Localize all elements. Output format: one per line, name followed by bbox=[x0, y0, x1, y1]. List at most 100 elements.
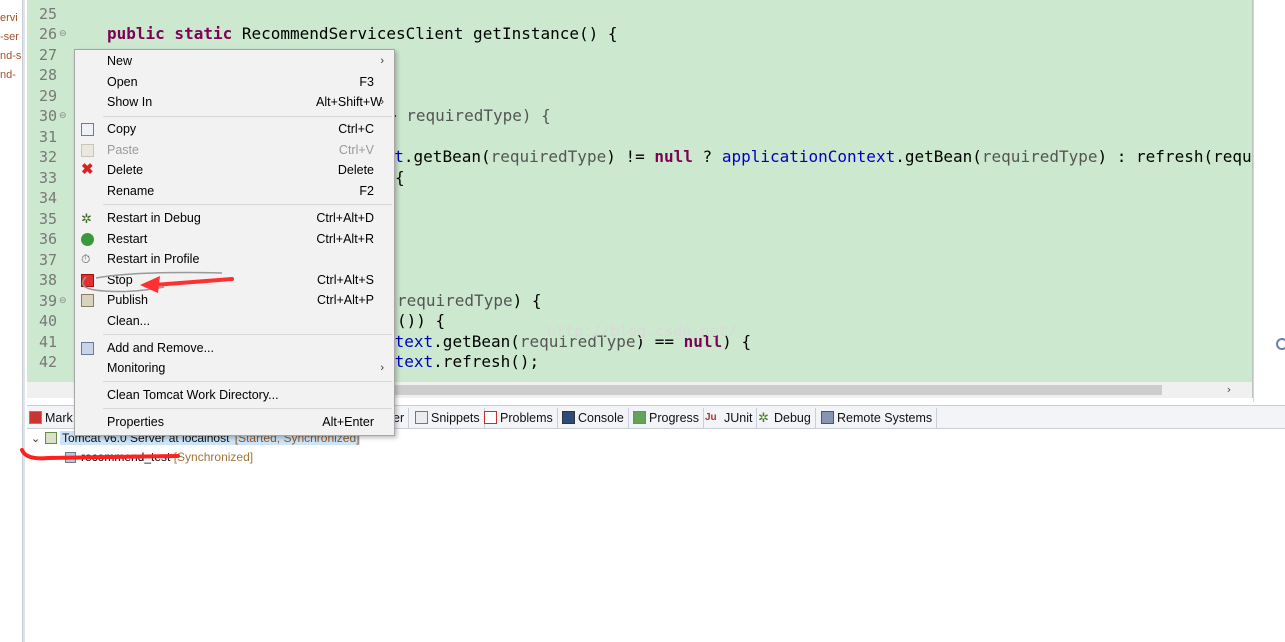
chevron-right-icon[interactable]: › bbox=[1222, 382, 1236, 398]
markers-icon bbox=[29, 411, 42, 424]
menu-shortcut: Ctrl+V bbox=[338, 143, 374, 157]
junit-icon: Ju bbox=[705, 412, 717, 423]
menu-separator bbox=[103, 381, 392, 382]
code-line-32[interactable]: ext.getBean(requiredType) != null ? appl… bbox=[375, 147, 1252, 167]
tab-console[interactable]: Console bbox=[560, 408, 629, 428]
line-number: 38 bbox=[39, 271, 58, 289]
menu-item-clean-tomcat-work-directory[interactable]: Clean Tomcat Work Directory... bbox=[75, 385, 394, 405]
tab-label: Remote Systems bbox=[837, 411, 933, 425]
tab-markers[interactable]: Mark bbox=[27, 408, 75, 428]
servers-view: ⌄ Tomcat v6.0 Server at localhost [Starte… bbox=[27, 429, 1285, 642]
chevron-down-icon[interactable]: ⌄ bbox=[31, 431, 45, 447]
bug-icon: ✲ bbox=[81, 211, 92, 226]
menu-label: Restart bbox=[107, 232, 148, 246]
tab-progress[interactable]: Progress bbox=[631, 408, 705, 428]
tab-debug[interactable]: ✲ Debug bbox=[756, 408, 816, 428]
menu-label: Copy bbox=[107, 122, 137, 136]
code-line-39[interactable]: requiredType) { bbox=[397, 291, 542, 311]
code-text: requiredType bbox=[981, 147, 1098, 166]
code-line-40[interactable]: ()) { bbox=[397, 311, 445, 331]
module-status: [Synchronized] bbox=[170, 450, 254, 464]
menu-label: Publish bbox=[107, 293, 148, 307]
line-number: 37 bbox=[39, 251, 58, 269]
tab-label: Console bbox=[578, 411, 624, 425]
menu-shortcut: Ctrl+Alt+S bbox=[317, 273, 374, 287]
fold-icon[interactable]: ⊖ bbox=[59, 29, 67, 39]
code-text: ) : refresh(requ bbox=[1097, 147, 1252, 166]
menu-item-restart[interactable]: Restart Ctrl+Alt+R bbox=[75, 229, 394, 249]
fold-icon[interactable]: ⊖ bbox=[59, 111, 67, 121]
menu-shortcut: Ctrl+Alt+R bbox=[316, 232, 374, 246]
publish-icon bbox=[81, 294, 94, 307]
menu-item-delete[interactable]: ✖ Delete Delete bbox=[75, 160, 394, 180]
menu-shortcut: Ctrl+C bbox=[338, 122, 374, 136]
code-line-33[interactable]: { bbox=[395, 168, 405, 188]
submenu-arrow-icon: › bbox=[380, 55, 384, 67]
code-text: ? bbox=[692, 147, 722, 166]
search-icon[interactable] bbox=[1276, 338, 1285, 350]
line-number: 28 bbox=[39, 66, 58, 84]
tab-problems[interactable]: Problems bbox=[482, 408, 558, 428]
explorer-fragment[interactable]: ervi bbox=[0, 12, 18, 24]
console-icon bbox=[562, 411, 575, 424]
explorer-fragment[interactable]: nd- bbox=[0, 69, 16, 81]
tab-snippets[interactable]: Snippets bbox=[413, 408, 485, 428]
menu-item-properties[interactable]: Properties Alt+Enter bbox=[75, 412, 394, 432]
paste-icon bbox=[81, 144, 94, 157]
menu-item-add-and-remove[interactable]: Add and Remove... bbox=[75, 338, 394, 358]
tab-label: Mark bbox=[45, 411, 73, 425]
code-line-26[interactable]: public static RecommendServicesClient ge… bbox=[107, 24, 618, 44]
menu-item-clean[interactable]: Clean... bbox=[75, 311, 394, 331]
line-number: 35 bbox=[39, 210, 58, 228]
tab-label: JUnit bbox=[724, 411, 753, 425]
menu-label: New bbox=[107, 54, 133, 68]
keyword: null bbox=[654, 147, 693, 166]
menu-label: Monitoring bbox=[107, 361, 166, 375]
tab-remote-systems[interactable]: Remote Systems bbox=[819, 408, 938, 428]
menu-shortcut: Delete bbox=[337, 163, 374, 177]
code-text: ) != bbox=[606, 147, 655, 166]
watermark: http://blog.csdn.net/ bbox=[547, 322, 737, 340]
menu-separator bbox=[103, 116, 392, 117]
keyword: public static bbox=[107, 24, 233, 43]
code-text: requiredType bbox=[397, 291, 513, 310]
code-text: ) { bbox=[512, 291, 542, 310]
line-number: 34 bbox=[39, 189, 58, 207]
menu-label: Delete bbox=[107, 163, 144, 177]
code-text: RecommendServicesClient getInstance() { bbox=[232, 24, 618, 43]
line-number-gutter: 25 26 ⊖ 27 28 29 30 ⊖ 31 32 33 34 35 36 … bbox=[27, 0, 67, 398]
menu-item-monitoring[interactable]: Monitoring › bbox=[75, 358, 394, 378]
menu-label: Show In bbox=[107, 95, 153, 109]
menu-item-show-in[interactable]: Show In Alt+Shift+W › bbox=[75, 92, 394, 112]
menu-item-stop[interactable]: Stop Ctrl+Alt+S bbox=[75, 270, 394, 290]
fold-icon[interactable]: ⊖ bbox=[59, 296, 67, 306]
code-text: requiredType) { bbox=[406, 106, 551, 125]
submenu-arrow-icon: › bbox=[380, 362, 384, 374]
tab-label: Debug bbox=[774, 411, 811, 425]
line-number: 42 bbox=[39, 353, 58, 371]
code-line-30[interactable]: > requiredType) { bbox=[387, 106, 551, 126]
explorer-fragment[interactable]: -ser bbox=[0, 31, 19, 43]
run-icon bbox=[81, 233, 94, 246]
menu-item-open[interactable]: Open F3 bbox=[75, 72, 394, 92]
profile-icon: ⏱ bbox=[81, 252, 91, 266]
explorer-fragment[interactable]: nd-s bbox=[0, 50, 21, 62]
menu-item-rename[interactable]: Rename F2 bbox=[75, 181, 394, 201]
bug-icon: ✲ bbox=[758, 410, 769, 425]
menu-item-copy[interactable]: Copy Ctrl+C bbox=[75, 119, 394, 139]
outline-strip bbox=[1253, 0, 1285, 402]
code-text: .getBean( bbox=[895, 147, 982, 166]
menu-item-publish[interactable]: Publish Ctrl+Alt+P bbox=[75, 290, 394, 310]
menu-item-restart-in-profile[interactable]: ⏱ Restart in Profile bbox=[75, 249, 394, 269]
menu-label: Clean... bbox=[107, 314, 151, 328]
snippets-icon bbox=[415, 411, 428, 424]
menu-item-new[interactable]: New › bbox=[75, 51, 394, 71]
menu-label: Rename bbox=[107, 184, 155, 198]
sash[interactable] bbox=[22, 0, 25, 642]
code-line-42[interactable]: ntext.refresh(); bbox=[385, 352, 539, 372]
tab-label: Progress bbox=[649, 411, 700, 425]
menu-shortcut: Alt+Shift+W bbox=[316, 95, 382, 109]
tab-junit[interactable]: Ju JUnit bbox=[703, 408, 758, 428]
add-remove-icon bbox=[81, 342, 94, 355]
menu-item-restart-in-debug[interactable]: ✲ Restart in Debug Ctrl+Alt+D bbox=[75, 208, 394, 228]
